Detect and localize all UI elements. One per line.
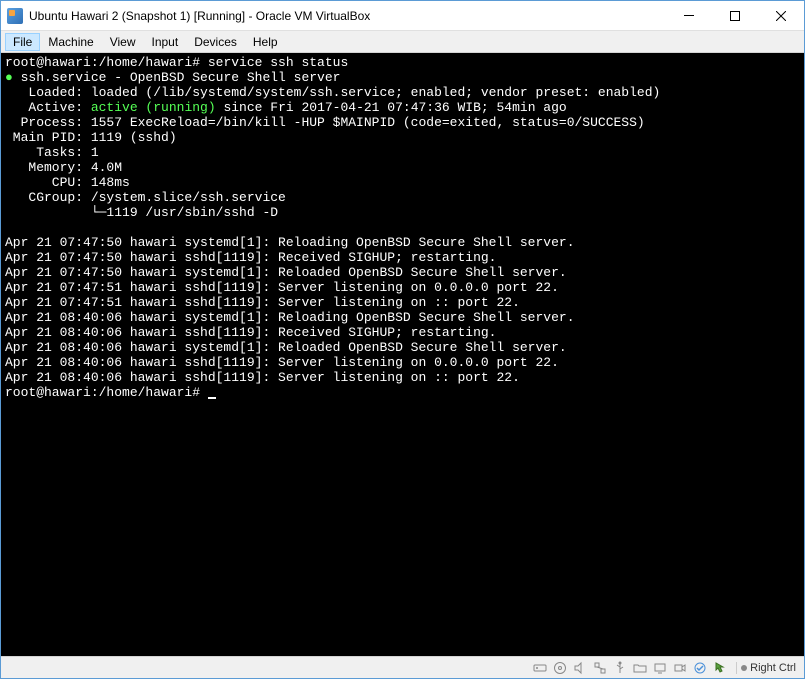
mouse-integration-icon[interactable] bbox=[712, 660, 728, 676]
terminal-line: Apr 21 07:47:51 hawari sshd[1119]: Serve… bbox=[5, 280, 559, 295]
terminal-line: Apr 21 08:40:06 hawari sshd[1119]: Serve… bbox=[5, 370, 520, 385]
titlebar: Ubuntu Hawari 2 (Snapshot 1) [Running] -… bbox=[1, 1, 804, 31]
terminal-line: Loaded: loaded (/lib/systemd/system/ssh.… bbox=[5, 85, 660, 100]
terminal-line: Apr 21 07:47:50 hawari sshd[1119]: Recei… bbox=[5, 250, 496, 265]
virtualbox-icon bbox=[7, 8, 23, 24]
usb-icon[interactable] bbox=[612, 660, 628, 676]
menu-file[interactable]: File bbox=[5, 33, 40, 51]
shared-folders-icon[interactable] bbox=[632, 660, 648, 676]
terminal-cursor bbox=[208, 397, 216, 399]
display-icon[interactable] bbox=[652, 660, 668, 676]
terminal-line: root@hawari:/home/hawari# service ssh st… bbox=[5, 55, 348, 70]
host-key-indicator[interactable]: Right Ctrl bbox=[736, 662, 800, 674]
terminal-line: Active: active (running) since Fri 2017-… bbox=[5, 100, 567, 115]
terminal[interactable]: root@hawari:/home/hawari# service ssh st… bbox=[1, 53, 804, 656]
terminal-line: CPU: 148ms bbox=[5, 175, 130, 190]
close-button[interactable] bbox=[758, 1, 804, 31]
optical-disc-icon[interactable] bbox=[552, 660, 568, 676]
menu-input[interactable]: Input bbox=[144, 33, 187, 51]
terminal-line: Tasks: 1 bbox=[5, 145, 99, 160]
menu-view[interactable]: View bbox=[102, 33, 144, 51]
terminal-line: Process: 1557 ExecReload=/bin/kill -HUP … bbox=[5, 115, 645, 130]
terminal-line: Memory: 4.0M bbox=[5, 160, 122, 175]
terminal-line: CGroup: /system.slice/ssh.service bbox=[5, 190, 286, 205]
guest-additions-icon[interactable] bbox=[692, 660, 708, 676]
minimize-button[interactable] bbox=[666, 1, 712, 31]
terminal-line: Apr 21 07:47:50 hawari systemd[1]: Reloa… bbox=[5, 265, 567, 280]
terminal-line: Apr 21 08:40:06 hawari sshd[1119]: Serve… bbox=[5, 355, 559, 370]
menu-machine[interactable]: Machine bbox=[40, 33, 101, 51]
network-icon[interactable] bbox=[592, 660, 608, 676]
hard-disk-icon[interactable] bbox=[532, 660, 548, 676]
terminal-line: Apr 21 07:47:51 hawari sshd[1119]: Serve… bbox=[5, 295, 520, 310]
terminal-line: root@hawari:/home/hawari# bbox=[5, 385, 216, 400]
maximize-button[interactable] bbox=[712, 1, 758, 31]
window-title: Ubuntu Hawari 2 (Snapshot 1) [Running] -… bbox=[29, 9, 666, 23]
statusbar: Right Ctrl bbox=[1, 656, 804, 678]
audio-icon[interactable] bbox=[572, 660, 588, 676]
menubar: File Machine View Input Devices Help bbox=[1, 31, 804, 53]
terminal-line: ● ssh.service - OpenBSD Secure Shell ser… bbox=[5, 70, 340, 85]
menu-devices[interactable]: Devices bbox=[186, 33, 245, 51]
menu-help[interactable]: Help bbox=[245, 33, 286, 51]
terminal-line: Main PID: 1119 (sshd) bbox=[5, 130, 177, 145]
terminal-line: Apr 21 08:40:06 hawari systemd[1]: Reloa… bbox=[5, 340, 567, 355]
terminal-line: Apr 21 08:40:06 hawari sshd[1119]: Recei… bbox=[5, 325, 496, 340]
window-controls bbox=[666, 1, 804, 31]
terminal-line: └─1119 /usr/sbin/sshd -D bbox=[5, 205, 278, 220]
host-key-dot-icon bbox=[741, 665, 747, 671]
recording-icon[interactable] bbox=[672, 660, 688, 676]
terminal-line: Apr 21 07:47:50 hawari systemd[1]: Reloa… bbox=[5, 235, 575, 250]
terminal-line: Apr 21 08:40:06 hawari systemd[1]: Reloa… bbox=[5, 310, 575, 325]
